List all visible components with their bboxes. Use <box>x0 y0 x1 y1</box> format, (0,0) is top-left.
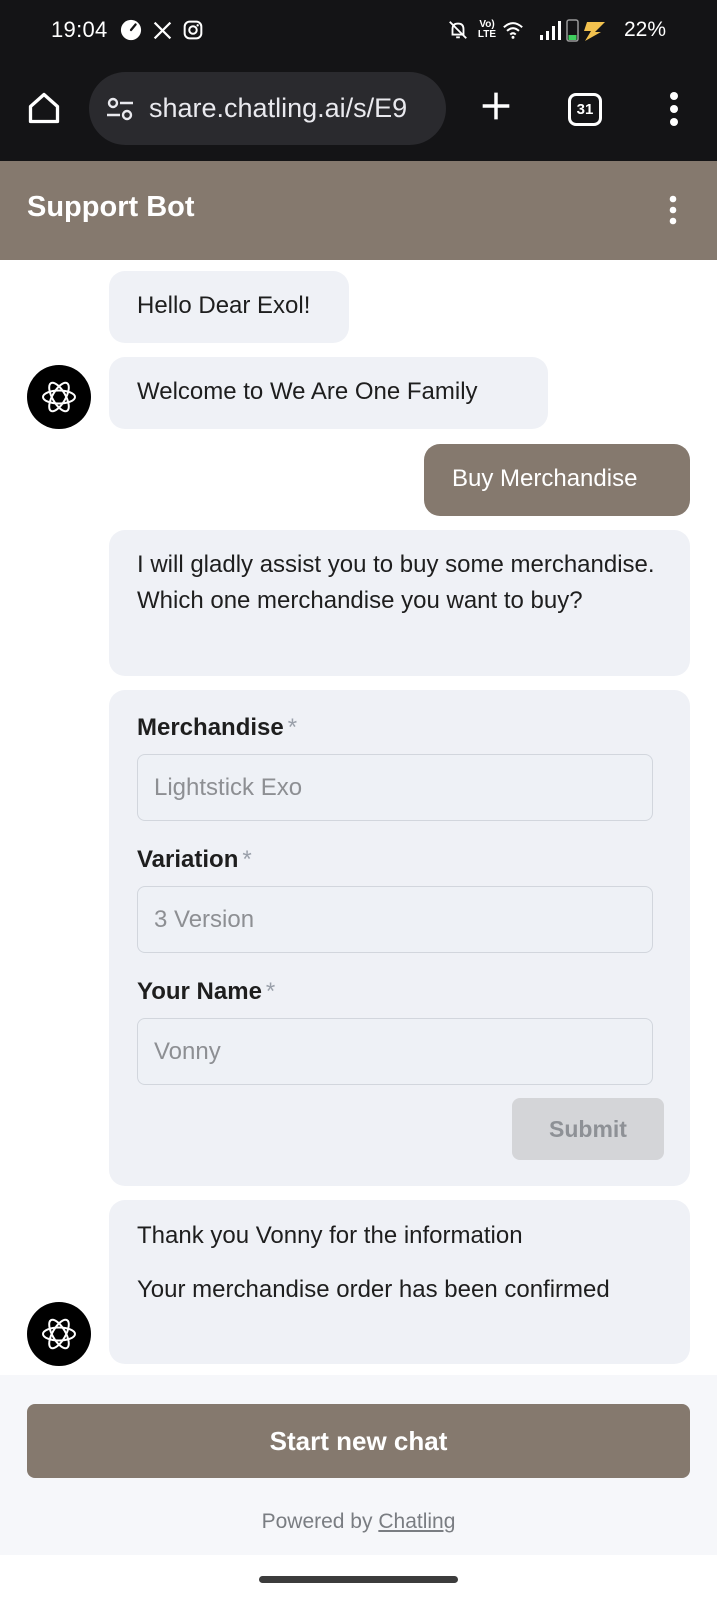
status-bar: 19:04 Vo) LTE 22% <box>0 0 717 60</box>
atom-icon <box>42 381 76 413</box>
volte-badge: Vo) LTE <box>477 19 497 40</box>
bell-off-icon <box>446 18 470 42</box>
powered-by: Powered by Chatling <box>0 1510 717 1534</box>
start-new-chat-button[interactable]: Start new chat <box>27 1404 690 1478</box>
powered-by-text: Powered by <box>261 1510 373 1533</box>
confirmation-line-2: Your merchandise order has been confirme… <box>137 1276 610 1303</box>
required-mark: * <box>265 978 276 1005</box>
variation-label: Variation * <box>137 846 252 873</box>
your-name-input[interactable] <box>137 1018 653 1085</box>
required-mark: * <box>242 846 252 873</box>
chat-title: Support Bot <box>27 191 195 223</box>
confirmation-line-1: Thank you Vonny for the information <box>137 1222 523 1249</box>
home-indicator[interactable] <box>259 1576 458 1583</box>
atom-icon <box>42 1318 76 1350</box>
bot-avatar <box>27 365 91 429</box>
signal-icon <box>539 18 563 42</box>
merchandise-input[interactable] <box>137 754 653 821</box>
chat-footer: Start new chat Powered by Chatling <box>0 1375 717 1555</box>
speedometer-icon <box>119 18 143 42</box>
variation-input[interactable] <box>137 886 653 953</box>
browser-toolbar: share.chatling.ai/s/E9 31 <box>0 60 717 161</box>
your-name-label: Your Name * <box>137 978 276 1005</box>
wifi-icon <box>501 18 525 42</box>
submit-button[interactable]: Submit <box>512 1098 664 1160</box>
user-message: Buy Merchandise <box>424 444 690 516</box>
new-tab-icon[interactable] <box>476 86 516 126</box>
tab-switcher-button[interactable]: 31 <box>568 93 602 126</box>
x-logo-icon <box>150 18 174 42</box>
chat-menu-icon[interactable] <box>660 191 686 229</box>
bot-confirmation-message: Thank you Vonny for the information Your… <box>109 1200 690 1364</box>
required-mark: * <box>287 714 298 741</box>
chatling-link[interactable]: Chatling <box>378 1510 455 1533</box>
status-time: 19:04 <box>51 17 108 42</box>
address-bar[interactable]: share.chatling.ai/s/E9 <box>89 72 446 145</box>
site-settings-icon[interactable] <box>103 92 137 126</box>
instagram-icon <box>181 18 205 42</box>
bot-avatar <box>27 1302 91 1366</box>
order-form-card: Merchandise* Variation* Your Name* Submi… <box>109 690 690 1186</box>
home-icon[interactable] <box>24 88 64 128</box>
chat-header: Support Bot <box>0 161 717 260</box>
bot-message: Hello Dear Exol! <box>109 271 349 343</box>
battery-charging-icon <box>564 18 608 42</box>
merchandise-label: Merchandise * <box>137 714 298 741</box>
overflow-menu-icon[interactable] <box>661 88 687 130</box>
bot-message: Welcome to We Are One Family <box>109 357 548 429</box>
battery-percent: 22% <box>624 18 667 41</box>
url-text[interactable]: share.chatling.ai/s/E9 <box>149 93 407 124</box>
bot-message: I will gladly assist you to buy some mer… <box>109 530 690 676</box>
